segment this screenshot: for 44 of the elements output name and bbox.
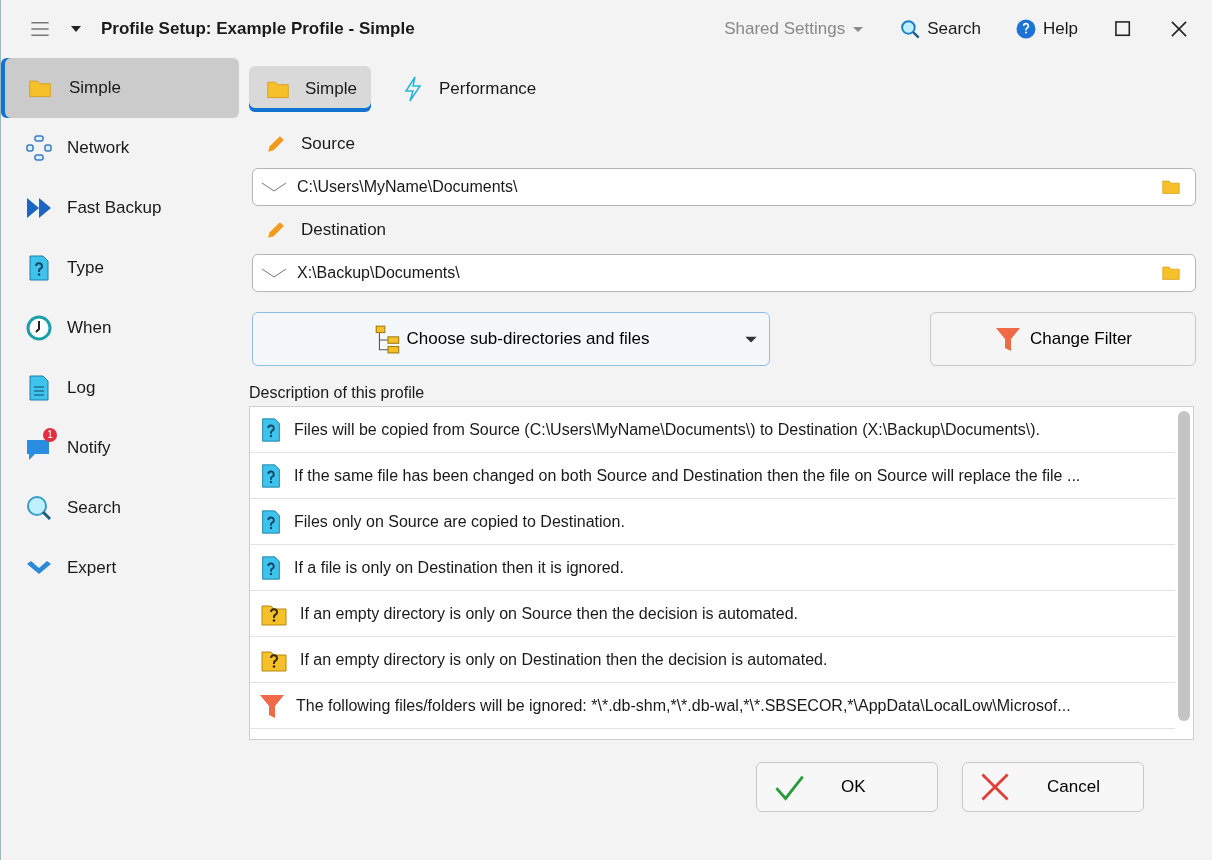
choose-subdirectories-button[interactable]: Choose sub-directories and files — [252, 312, 770, 366]
folder-icon — [1159, 263, 1183, 283]
scrollbar-thumb[interactable] — [1178, 411, 1190, 721]
search-icon — [899, 18, 922, 40]
sidebar-item[interactable]: Log — [1, 358, 239, 418]
description-text: If an empty directory is only on Destination then the decision is automated. — [300, 650, 828, 669]
notification-badge: 1 — [43, 428, 57, 442]
help-icon — [1015, 18, 1038, 40]
folder-icon — [1159, 177, 1183, 197]
sidebar-item[interactable]: 1 Notify — [1, 418, 239, 478]
chevron-down-icon — [261, 182, 287, 192]
search-icon — [25, 494, 53, 522]
sidebar-item[interactable]: Expert — [1, 538, 239, 598]
funnel-icon — [993, 325, 1022, 353]
ok-button[interactable]: OK — [756, 762, 938, 812]
chevron-down-icon — [261, 268, 287, 278]
sidebar-item[interactable]: Network — [1, 118, 239, 178]
path-field[interactable]: X:\Backup\Documents\ — [252, 254, 1196, 292]
description-text: If a file is only on Destination then it is ignored. — [294, 558, 624, 577]
window-title: Profile Setup: Example Profile - Simple — [101, 19, 416, 39]
tab[interactable]: Performance — [384, 66, 551, 112]
cancel-button[interactable]: Cancel — [962, 762, 1144, 812]
sidebar-item[interactable]: Simple — [1, 58, 239, 118]
change-filter-button[interactable]: Change Filter — [930, 312, 1196, 366]
description-text: Files will be copied from Source (C:\Users\MyName\Documents\) to Destination (X:\Backup\Documents\). — [294, 420, 1041, 439]
network-icon — [25, 134, 53, 162]
description-text: If an empty directory is only on Source then the decision is automated. — [300, 604, 799, 623]
clock-icon — [25, 314, 53, 342]
close-icon — [1168, 18, 1190, 40]
sidebar-item[interactable]: Fast Backup — [1, 178, 239, 238]
close-icon — [979, 771, 1011, 803]
field-label: Destination — [301, 220, 387, 240]
sidebar-item[interactable]: Type — [1, 238, 239, 298]
description-text: If the same file has been changed on both Source and Destination then the file on Source will replace the file ... — [294, 466, 1081, 485]
search-button[interactable]: Search — [891, 14, 990, 44]
tab[interactable]: Simple — [249, 66, 371, 112]
sidebar-item[interactable]: Search — [1, 478, 239, 538]
help-button[interactable]: Help — [1007, 14, 1086, 44]
sidebar-item[interactable]: When — [1, 298, 239, 358]
path-field[interactable]: C:\Users\MyName\Documents\ — [252, 168, 1196, 206]
description-text: Files only on Source are copied to Destination. — [294, 512, 625, 531]
description-label: Description of this profile — [249, 384, 426, 402]
description-text: The following files/folders will be ignored: *\*.db-shm,*\*.db-wal,*\*.SBSECOR,*\AppData\LocalLow\Microsof... — [296, 696, 1071, 715]
field-label: Source — [301, 134, 355, 154]
